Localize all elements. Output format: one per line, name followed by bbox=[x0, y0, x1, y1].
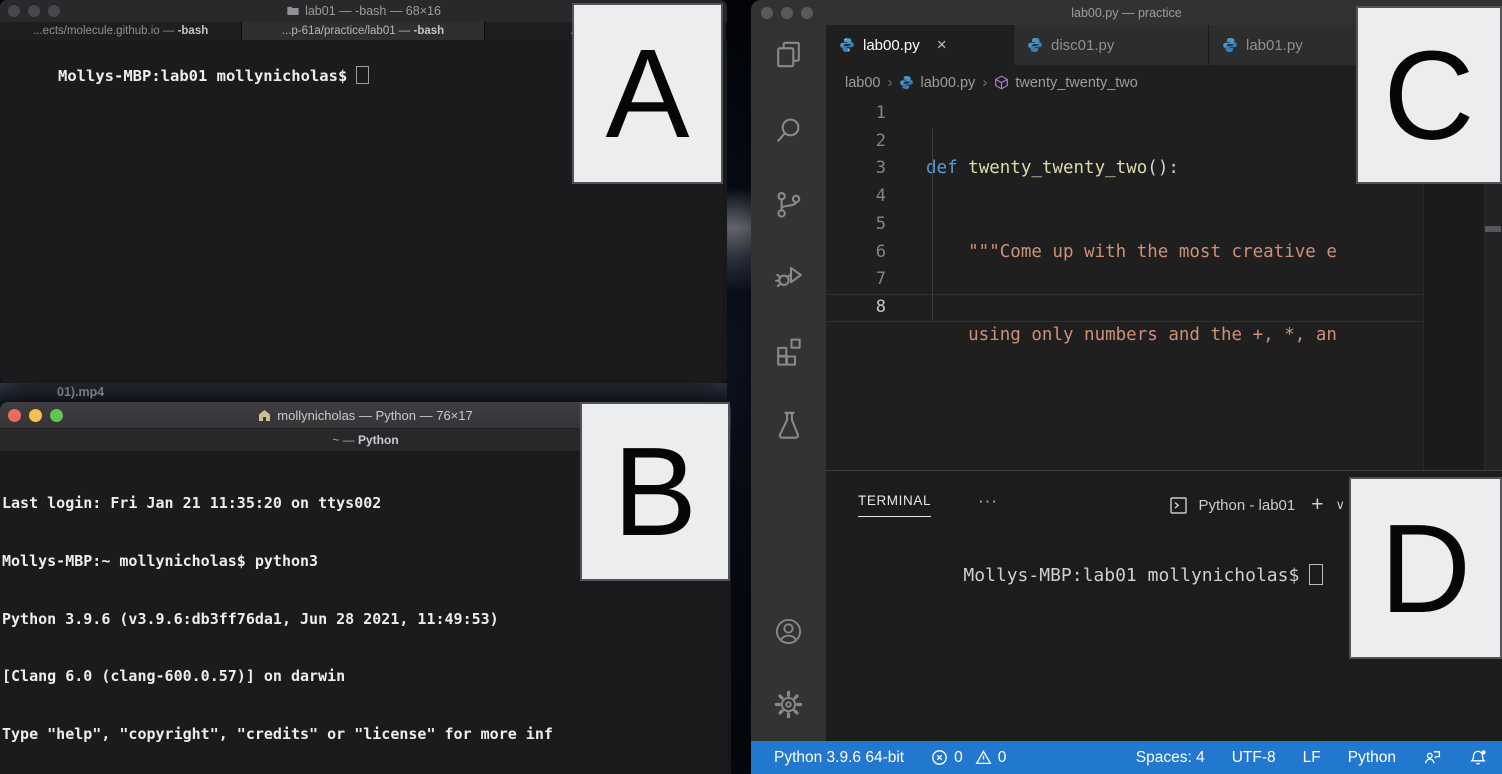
terminal-tab-lab01[interactable]: ...p-61a/practice/lab01 — -bash bbox=[242, 22, 484, 40]
error-icon bbox=[931, 749, 948, 766]
chevron-down-icon[interactable]: ∨ bbox=[1335, 497, 1345, 513]
chevron-right-icon: › bbox=[887, 74, 892, 91]
python-file-icon bbox=[1222, 37, 1238, 53]
tab-lab00[interactable]: lab00.py × bbox=[826, 25, 1014, 65]
activity-bar bbox=[751, 25, 826, 741]
terminal-tab-molecule[interactable]: ...ects/molecule.github.io — -bash bbox=[0, 22, 242, 40]
panel-terminal-content[interactable]: Mollys-MBP:lab01 mollynicholas$ bbox=[855, 543, 1323, 607]
source-control-icon[interactable] bbox=[772, 188, 805, 221]
close-button[interactable] bbox=[8, 5, 20, 17]
terminal-b-title-text: mollynicholas — Python — 76×17 bbox=[277, 408, 472, 423]
close-button[interactable] bbox=[761, 7, 773, 19]
panel-terminal-prompt: Mollys-MBP:lab01 mollynicholas$ bbox=[963, 565, 1299, 586]
terminal-a-title: lab01 — -bash — 68×16 bbox=[286, 4, 441, 18]
zoom-button[interactable] bbox=[48, 5, 60, 17]
tab-lab01[interactable]: lab01.py bbox=[1209, 25, 1375, 65]
run-debug-icon[interactable] bbox=[772, 258, 805, 291]
language-mode-status[interactable]: Python bbox=[1348, 749, 1396, 767]
zoom-button[interactable] bbox=[50, 409, 63, 422]
overlay-label-b: B bbox=[580, 402, 730, 581]
python-interpreter-status[interactable]: Python 3.9.6 64-bit bbox=[774, 749, 904, 767]
close-tab-icon[interactable]: × bbox=[937, 35, 947, 55]
traffic-lights[interactable] bbox=[761, 0, 813, 25]
settings-gear-icon[interactable] bbox=[772, 688, 805, 721]
panel-tab-terminal[interactable]: TERMINAL bbox=[858, 493, 931, 517]
terminal-b-title: mollynicholas — Python — 76×17 bbox=[258, 408, 472, 423]
scrollbar-thumb[interactable] bbox=[1485, 226, 1501, 232]
warning-icon bbox=[975, 749, 992, 766]
line-number-gutter: 1 2 3 4 5 6 7 8 bbox=[826, 100, 886, 322]
background-file-name: 01).mp4 bbox=[57, 385, 104, 399]
indentation-status[interactable]: Spaces: 4 bbox=[1136, 749, 1205, 767]
background-window-strip: 01).mp4 bbox=[0, 383, 727, 402]
code-line: using only numbers and the +, *, an bbox=[926, 322, 1337, 350]
breadcrumb-folder[interactable]: lab00 bbox=[845, 75, 880, 91]
overlay-label-d: D bbox=[1349, 477, 1502, 659]
code-line: """Come up with the most creative e bbox=[926, 239, 1337, 267]
breadcrumb-symbol[interactable]: twenty_twenty_two bbox=[994, 75, 1138, 91]
extensions-icon[interactable] bbox=[772, 333, 805, 366]
minimize-button[interactable] bbox=[781, 7, 793, 19]
vscode-window-title: lab00.py — practice bbox=[1071, 6, 1181, 20]
new-terminal-icon[interactable]: + bbox=[1311, 493, 1323, 517]
traffic-lights[interactable] bbox=[8, 402, 63, 428]
explorer-icon[interactable] bbox=[772, 38, 805, 71]
terminal-picker: Python - lab01 + ∨ bbox=[1169, 493, 1345, 517]
eol-status[interactable]: LF bbox=[1303, 749, 1321, 767]
terminal-a-cursor bbox=[356, 66, 369, 84]
search-icon[interactable] bbox=[772, 113, 805, 146]
test-beaker-icon[interactable] bbox=[772, 408, 805, 441]
python-file-icon bbox=[1027, 37, 1043, 53]
status-bar: Python 3.9.6 64-bit 0 0 Spaces: 4 UTF-8 … bbox=[751, 741, 1502, 774]
panel-terminal-cursor bbox=[1309, 564, 1323, 585]
folder-icon bbox=[286, 4, 300, 18]
terminal-a-title-text: lab01 — -bash — 68×16 bbox=[305, 4, 441, 18]
terminal-line: Type "help", "copyright", "credits" or "… bbox=[2, 725, 731, 744]
python-file-icon bbox=[899, 75, 914, 90]
code-line: def twenty_twenty_two(): bbox=[926, 155, 1337, 183]
terminal-line: Python 3.9.6 (v3.9.6:db3ff76da1, Jun 28 … bbox=[2, 610, 731, 629]
tab-disc01[interactable]: disc01.py bbox=[1014, 25, 1209, 65]
breadcrumb-file[interactable]: lab00.py bbox=[899, 75, 975, 91]
symbol-cube-icon bbox=[994, 75, 1009, 90]
overlay-label-a: A bbox=[572, 3, 723, 184]
indent-guide bbox=[932, 129, 933, 321]
terminal-line: [Clang 6.0 (clang-600.0.57)] on darwin bbox=[2, 667, 731, 686]
terminal-icon bbox=[1169, 496, 1188, 515]
terminal-a-prompt: Mollys-MBP:lab01 mollynicholas$ bbox=[58, 67, 347, 85]
minimize-button[interactable] bbox=[28, 5, 40, 17]
code-line bbox=[926, 405, 1337, 433]
feedback-icon[interactable] bbox=[1423, 748, 1442, 767]
notification-bell-icon[interactable] bbox=[1469, 748, 1488, 767]
home-icon bbox=[258, 409, 271, 422]
zoom-button[interactable] bbox=[801, 7, 813, 19]
minimize-button[interactable] bbox=[29, 409, 42, 422]
overlay-label-c: C bbox=[1356, 6, 1502, 184]
chevron-right-icon: › bbox=[982, 74, 987, 91]
python-file-icon bbox=[839, 37, 855, 53]
close-button[interactable] bbox=[8, 409, 21, 422]
encoding-status[interactable]: UTF-8 bbox=[1232, 749, 1276, 767]
problems-status[interactable]: 0 0 bbox=[931, 749, 1006, 767]
terminal-picker-label[interactable]: Python - lab01 bbox=[1198, 497, 1295, 514]
status-left: Python 3.9.6 64-bit 0 0 bbox=[774, 749, 1006, 767]
status-right: Spaces: 4 UTF-8 LF Python bbox=[1136, 748, 1488, 767]
traffic-lights[interactable] bbox=[8, 0, 60, 22]
desktop: 01).mp4 lab01 — -bash — 68×16 ...ects/mo… bbox=[0, 0, 1502, 774]
account-icon[interactable] bbox=[772, 615, 805, 648]
more-actions-icon[interactable]: ··· bbox=[978, 491, 998, 511]
